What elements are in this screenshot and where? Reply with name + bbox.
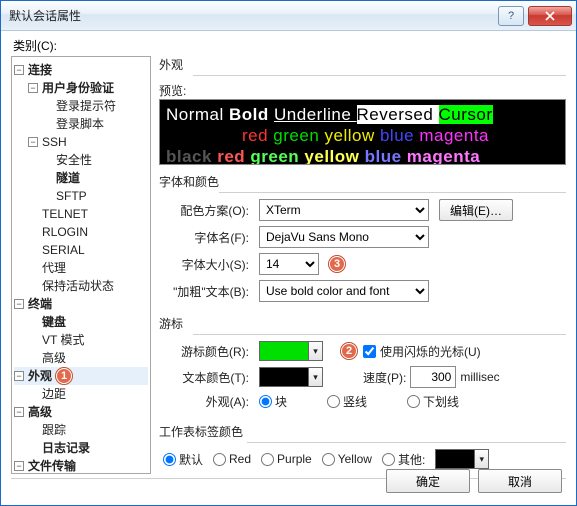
boldtext-label: "加粗"文本(B): <box>159 283 259 300</box>
fontname-label: 字体名(F): <box>159 229 259 246</box>
cancel-button[interactable]: 取消 <box>478 469 562 493</box>
badge-2: 2 <box>341 343 357 359</box>
tree-tunnel[interactable]: 隧道 <box>56 169 80 187</box>
preview-label: 预览: <box>159 82 566 99</box>
tree-telnet[interactable]: TELNET <box>42 205 88 223</box>
tab-other-swatch[interactable]: ▾ <box>435 449 489 469</box>
cursorcolor-label: 游标颜色(R): <box>159 343 259 360</box>
boldtext-select[interactable]: Use bold color and font <box>259 280 429 302</box>
textcolor-label: 文本颜色(T): <box>159 369 259 386</box>
tree-auth[interactable]: 用户身份验证 <box>42 79 114 97</box>
tree-proxy[interactable]: 代理 <box>42 259 66 277</box>
tree-margin[interactable]: 边距 <box>42 385 66 403</box>
category-label: 类别(C): <box>13 37 566 54</box>
section-header: 外观 <box>159 56 566 73</box>
tab-red-radio[interactable]: Red <box>213 452 251 466</box>
close-button[interactable] <box>528 6 572 26</box>
cursor-vert-radio[interactable]: 竖线 <box>327 393 367 410</box>
ok-button[interactable]: 确定 <box>386 469 470 493</box>
tab-default-radio[interactable]: 默认 <box>163 451 203 468</box>
tree-advanced[interactable]: 高级 <box>28 403 52 421</box>
tree-connection[interactable]: 连接 <box>28 61 52 79</box>
tab-other-radio[interactable]: 其他: <box>382 451 425 468</box>
text-color-swatch[interactable]: ▾ <box>259 367 323 387</box>
edit-button[interactable]: 编辑(E)… <box>439 199 513 221</box>
tree-rlogin[interactable]: RLOGIN <box>42 223 88 241</box>
tree-filetransfer[interactable]: 文件传输 <box>28 457 76 474</box>
preview-box: Normal Bold Underline Reversed Cursor re… <box>159 99 566 165</box>
font-colors-title: 字体和颜色 <box>159 173 566 190</box>
help-button[interactable]: ? <box>498 6 524 26</box>
tree-loginprompt[interactable]: 登录提示符 <box>56 97 116 115</box>
scheme-label: 配色方案(O): <box>159 202 259 219</box>
tree-log[interactable]: 日志记录 <box>42 439 90 457</box>
fontsize-select[interactable]: 14 <box>259 253 319 275</box>
tree-sftp[interactable]: SFTP <box>56 187 87 205</box>
cursor-title: 游标 <box>159 315 566 332</box>
tab-purple-radio[interactable]: Purple <box>261 452 312 466</box>
tree-loginscript[interactable]: 登录脚本 <box>56 115 104 133</box>
tree-serial[interactable]: SERIAL <box>42 241 85 259</box>
window-title: 默认会话属性 <box>9 7 81 24</box>
category-tree[interactable]: −连接 −用户身份验证 登录提示符 登录脚本 −SSH 安全性 隧道 SFTP … <box>11 56 151 474</box>
blink-checkbox[interactable] <box>363 345 376 358</box>
badge-3: 3 <box>329 256 345 272</box>
tree-term-advanced[interactable]: 高级 <box>42 349 66 367</box>
cursor-block-radio[interactable]: 块 <box>259 393 287 410</box>
fontname-select[interactable]: DejaVu Sans Mono <box>259 226 429 248</box>
tree-keepalive[interactable]: 保持活动状态 <box>42 277 114 295</box>
cursor-under-radio[interactable]: 下划线 <box>407 393 459 410</box>
close-icon <box>545 11 555 21</box>
speed-input[interactable] <box>410 366 456 388</box>
dialog-window: 默认会话属性 ? 类别(C): −连接 −用户身份验证 登录提示符 登录脚本 −… <box>0 0 577 506</box>
speed-label: 速度(P): <box>363 369 406 386</box>
cursor-color-swatch[interactable]: ▾ <box>259 341 323 361</box>
fontsize-label: 字体大小(S): <box>159 256 259 273</box>
tree-trace[interactable]: 跟踪 <box>42 421 66 439</box>
tree-ssh[interactable]: SSH <box>42 133 67 151</box>
tab-yellow-radio[interactable]: Yellow <box>322 452 372 466</box>
badge-1: 1 <box>56 368 72 384</box>
tree-keyboard[interactable]: 键盘 <box>42 313 66 331</box>
tree-terminal[interactable]: 终端 <box>28 295 52 313</box>
tree-security[interactable]: 安全性 <box>56 151 92 169</box>
speed-unit: millisec <box>460 370 499 384</box>
scheme-select[interactable]: XTerm <box>259 199 429 221</box>
look-label: 外观(A): <box>159 393 259 410</box>
titlebar: 默认会话属性 ? <box>1 1 576 31</box>
tabcolor-title: 工作表标签颜色 <box>159 423 566 440</box>
tree-appearance[interactable]: 外观 <box>28 367 52 385</box>
tree-vtmode[interactable]: VT 模式 <box>42 331 84 349</box>
blink-label: 使用闪烁的光标(U) <box>380 343 481 360</box>
